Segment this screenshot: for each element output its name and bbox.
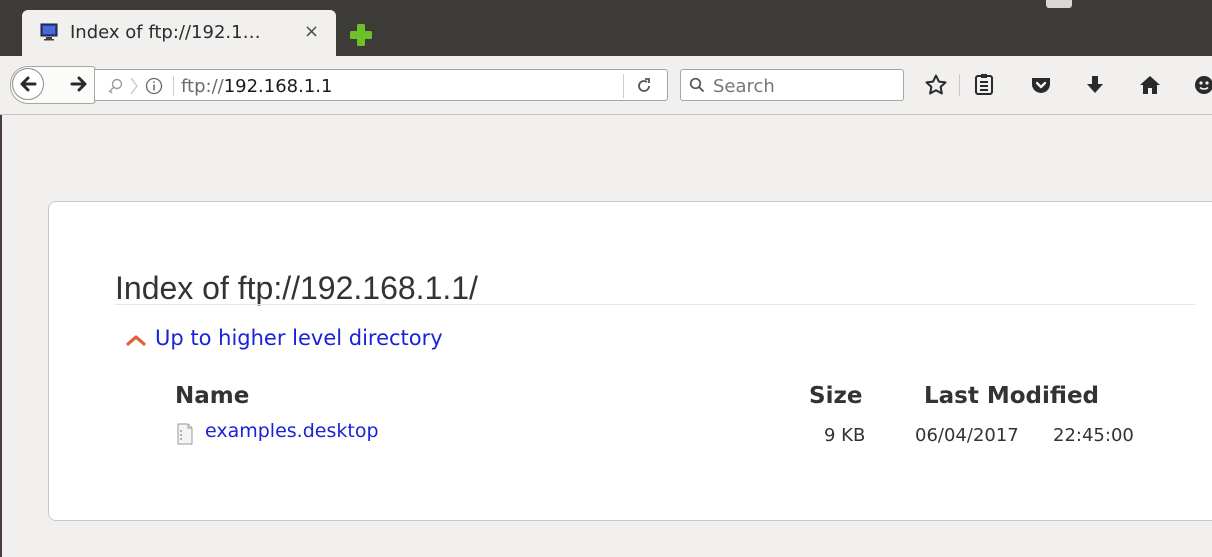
file-date: 06/04/2017 xyxy=(915,425,1019,446)
info-icon[interactable] xyxy=(145,77,163,95)
reader-list-icon[interactable] xyxy=(972,73,996,97)
page-viewport: Index of ftp://192.168.1.1/ Up to higher… xyxy=(0,115,1212,557)
identity-key-icon[interactable] xyxy=(105,77,141,95)
bookmark-star-icon[interactable] xyxy=(924,73,948,97)
search-bar[interactable] xyxy=(680,69,904,101)
tab-strip: Index of ftp://192.1… × xyxy=(0,0,1212,56)
pocket-icon[interactable] xyxy=(1029,73,1053,97)
tab-title: Index of ftp://192.1… xyxy=(70,22,261,43)
forward-arrow-icon xyxy=(70,76,87,92)
smiley-icon[interactable] xyxy=(1192,73,1212,97)
up-directory-label: Up to higher level directory xyxy=(155,326,443,350)
forward-button[interactable] xyxy=(64,69,88,99)
reload-icon[interactable] xyxy=(635,77,653,95)
browser-tab-active[interactable]: Index of ftp://192.1… × xyxy=(22,10,336,56)
url-text[interactable]: ftp://192.168.1.1 xyxy=(181,76,333,97)
new-tab-plus-icon[interactable] xyxy=(350,24,372,46)
column-header-size[interactable]: Size xyxy=(809,383,862,409)
address-bar[interactable]: ftp://192.168.1.1 xyxy=(94,69,668,101)
url-separator xyxy=(173,76,174,96)
home-icon[interactable] xyxy=(1138,73,1162,97)
url-host: 192.168.1.1 xyxy=(223,76,333,97)
window-corner-decoration xyxy=(1046,0,1072,8)
monitor-favicon-icon xyxy=(40,23,58,41)
reload-separator xyxy=(623,74,624,98)
navigation-toolbar: ftp://192.168.1.1 xyxy=(0,56,1212,115)
tab-close-icon[interactable]: × xyxy=(304,21,319,42)
page-title: Index of ftp://192.168.1.1/ xyxy=(115,270,478,306)
search-icon xyxy=(689,77,705,93)
back-arrow-icon xyxy=(20,76,37,92)
toolbar-separator xyxy=(959,74,960,96)
column-header-last-modified[interactable]: Last Modified xyxy=(924,383,1099,409)
file-icon xyxy=(177,423,193,445)
file-link[interactable]: examples.desktop xyxy=(205,420,379,442)
directory-listing-card: Index of ftp://192.168.1.1/ Up to higher… xyxy=(48,201,1212,521)
column-header-name[interactable]: Name xyxy=(175,383,249,409)
title-divider xyxy=(115,304,1195,305)
download-arrow-icon[interactable] xyxy=(1083,73,1107,97)
up-directory-link[interactable]: Up to higher level directory xyxy=(125,326,443,350)
file-time: 22:45:00 xyxy=(1053,425,1134,446)
back-button[interactable] xyxy=(12,68,44,100)
url-scheme: ftp:// xyxy=(181,76,224,97)
search-input[interactable] xyxy=(711,73,900,99)
file-size: 9 KB xyxy=(824,425,866,446)
